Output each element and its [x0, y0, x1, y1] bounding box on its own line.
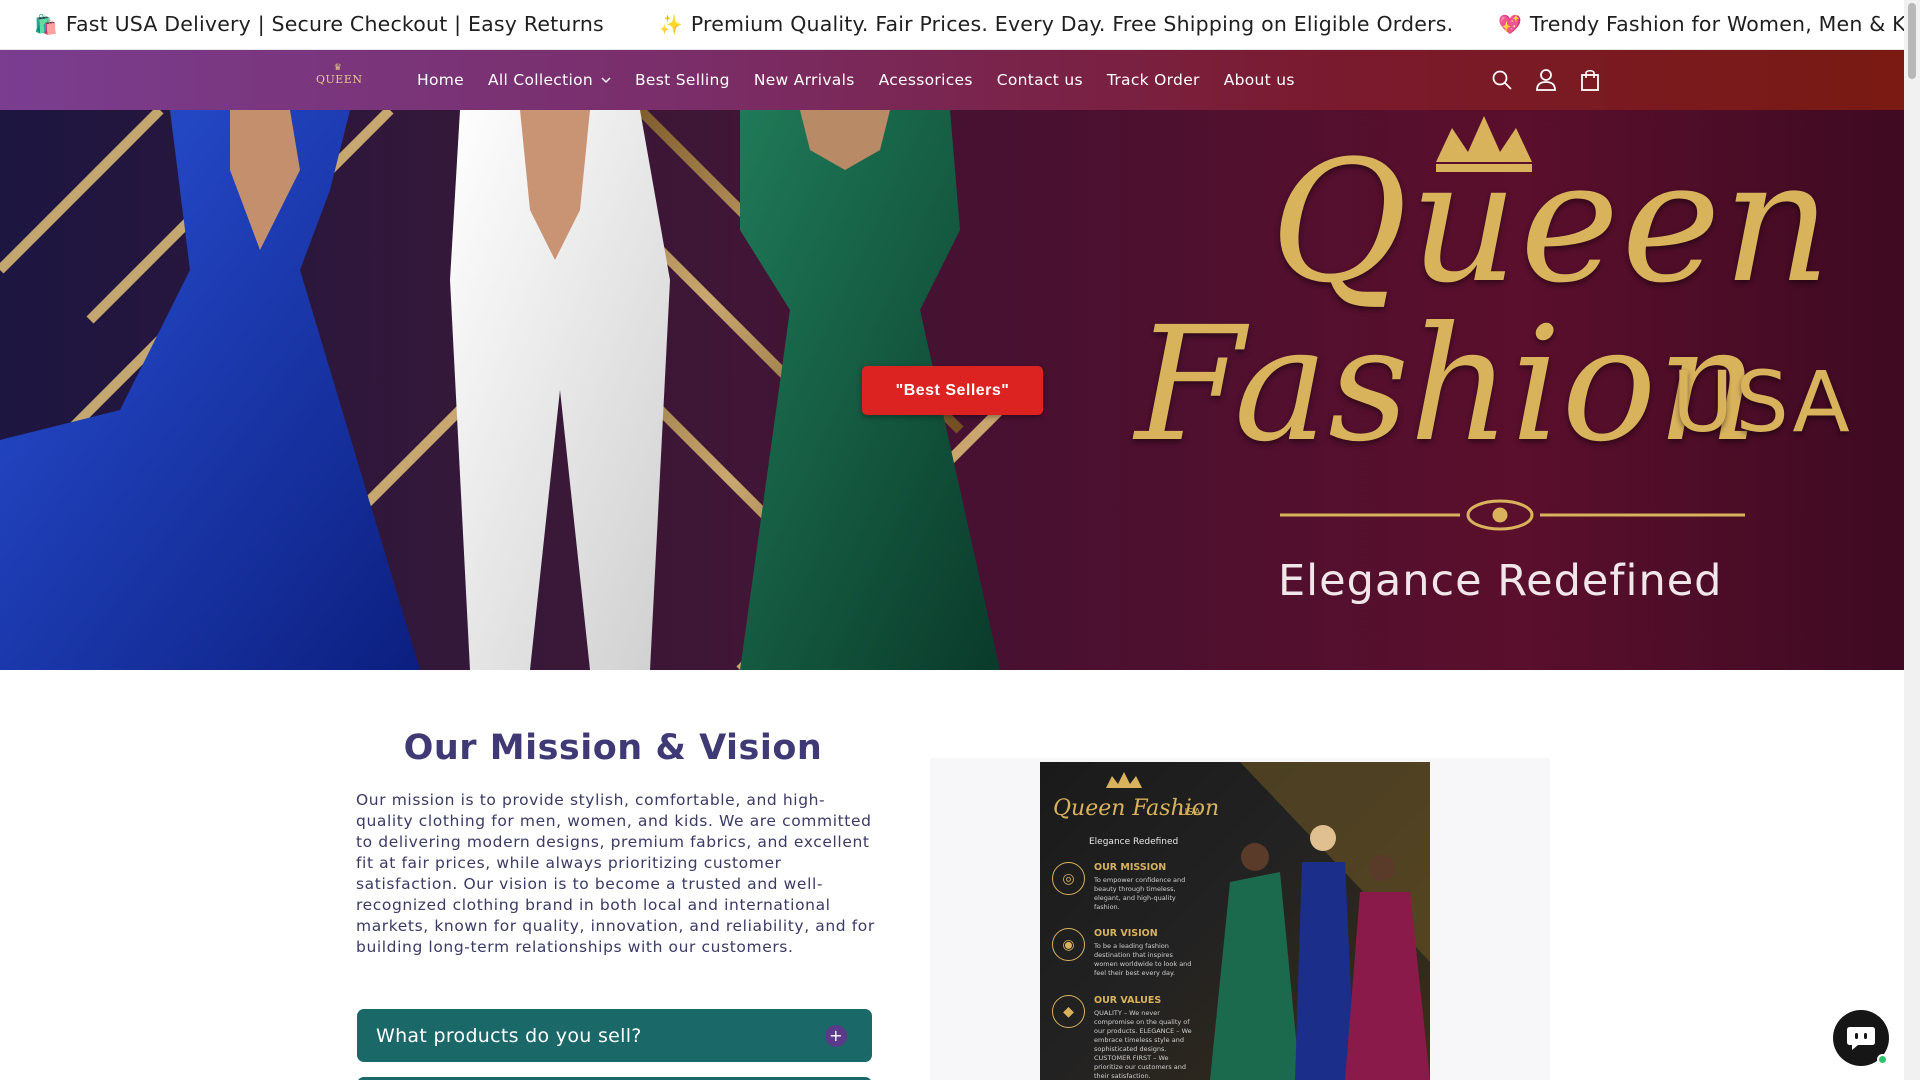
- scrollbar-thumb[interactable]: [1908, 3, 1916, 79]
- nav-label: All Collection: [487, 71, 593, 89]
- nav-label: Acessorices: [878, 71, 973, 89]
- mission-body: Our mission is to provide stylish, comfo…: [356, 791, 875, 956]
- hero-banner: Queen Fashion USA Elegance Redefined "Be…: [0, 110, 1904, 670]
- poster-subtitle: Elegance Redefined: [1089, 837, 1179, 847]
- nav-label: Contact us: [996, 71, 1083, 89]
- faq-question: What products do you sell?: [376, 1024, 642, 1047]
- chat-bubble-icon: [1847, 1027, 1875, 1050]
- poster-usa: USA: [1180, 807, 1201, 818]
- announcement-text: Fast USA Delivery | Secure Checkout | Ea…: [65, 12, 604, 36]
- nav-all-collection[interactable]: All Collection: [488, 71, 611, 89]
- mission-title: Our Mission & Vision: [403, 728, 823, 768]
- account-icon[interactable]: [1534, 68, 1558, 92]
- search-icon[interactable]: [1490, 68, 1514, 92]
- nav-best-selling[interactable]: Best Selling: [635, 71, 730, 89]
- poster-mission-text: To empower confidence and beauty through…: [1094, 876, 1186, 911]
- page-scrollbar[interactable]: [1904, 0, 1920, 1080]
- announcement-item: 💖 Trendy Fashion for Women, Men & Kids: [1498, 12, 1904, 36]
- nav-label: About us: [1223, 71, 1295, 89]
- nav-contact-us[interactable]: Contact us: [997, 71, 1083, 89]
- nav-track-order[interactable]: Track Order: [1107, 71, 1200, 89]
- announcement-text: Trendy Fashion for Women, Men & Kids: [1529, 12, 1904, 36]
- announcement-text: Premium Quality. Fair Prices. Every Day.…: [690, 12, 1454, 36]
- announcement-item: 🛍️ Fast USA Delivery | Secure Checkout |…: [34, 12, 604, 36]
- nav-accessories[interactable]: Acessorices: [879, 71, 973, 89]
- hero-brand-usa: USA: [1672, 353, 1852, 451]
- poster-values-text: QUALITY – We never compromise on the qua…: [1094, 1009, 1192, 1080]
- crown-icon: ♛: [333, 63, 343, 73]
- nav-about-us[interactable]: About us: [1224, 71, 1295, 89]
- site-header: ♛ QUEEN Home All Collection Best Selling…: [0, 50, 1904, 110]
- hero-brand-fashion: Fashion: [1135, 293, 1759, 477]
- header-icons: [1490, 50, 1602, 110]
- eye-icon: ◉: [1052, 928, 1085, 961]
- shopping-bag-icon: 🛍️: [34, 13, 58, 36]
- poster-vision-text: To be a leading fashion destination that…: [1094, 942, 1192, 977]
- mission-poster-image: Queen Fashion USA Elegance Redefined ◎ O…: [1040, 762, 1430, 1080]
- logo-text: QUEEN: [316, 73, 363, 86]
- target-icon: ◎: [1052, 862, 1085, 895]
- heart-icon: 💖: [1498, 13, 1522, 36]
- nav-label: Home: [417, 71, 464, 89]
- main-nav: Home All Collection Best Selling New Arr…: [417, 50, 1319, 110]
- poster-values-heading: OUR VALUES: [1094, 995, 1162, 1006]
- poster-vision-heading: OUR VISION: [1094, 928, 1158, 939]
- nav-home[interactable]: Home: [417, 71, 464, 89]
- chat-widget-button[interactable]: [1833, 1010, 1889, 1066]
- chevron-down-icon: [601, 75, 611, 86]
- site-logo[interactable]: ♛ QUEEN: [316, 63, 363, 94]
- hero-tagline: Elegance Redefined: [1278, 556, 1723, 606]
- announcement-item: ✨ Premium Quality. Fair Prices. Every Da…: [659, 12, 1453, 36]
- nav-label: Track Order: [1106, 71, 1200, 89]
- poster-mission-heading: OUR MISSION: [1094, 862, 1167, 873]
- hero-brand-queen: Queen: [1270, 124, 1833, 320]
- nav-label: Best Selling: [635, 71, 730, 89]
- faq-accordion-item[interactable]: What products do you sell? +: [357, 1009, 872, 1062]
- best-sellers-button[interactable]: "Best Sellers": [862, 366, 1043, 415]
- diamond-icon: ◆: [1052, 995, 1085, 1028]
- announcement-bar: 🛍️ Fast USA Delivery | Secure Checkout |…: [0, 0, 1904, 50]
- online-status-dot: [1877, 1054, 1888, 1065]
- nav-new-arrivals[interactable]: New Arrivals: [754, 71, 855, 89]
- cart-icon[interactable]: [1578, 68, 1602, 92]
- plus-icon[interactable]: +: [825, 1025, 847, 1047]
- sparkles-icon: ✨: [659, 13, 683, 36]
- nav-label: New Arrivals: [753, 71, 855, 89]
